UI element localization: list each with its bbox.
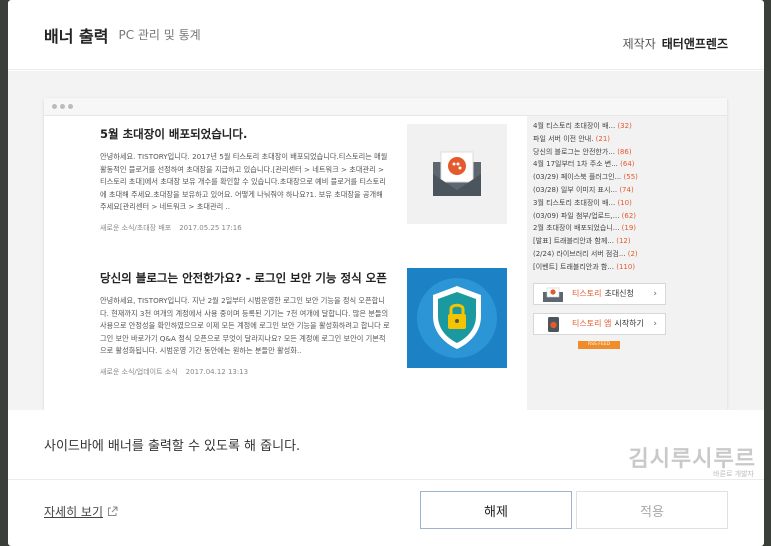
post-meta: 새로운 소식/초대장 배포 2017.05.25 17:16	[100, 223, 390, 233]
release-button[interactable]: 해제	[420, 491, 572, 529]
sidebar-post-item: 4월 17일부터 1차 주소 변... (64)	[533, 158, 727, 171]
browser-bar	[44, 98, 727, 116]
item-count: (86)	[617, 147, 632, 156]
sidebar-post-item: 3월 티스토리 초대장이 배... (10)	[533, 197, 727, 210]
sidebar-post-item: (2/24) 라이브러리 서버 점검... (2)	[533, 248, 727, 261]
post-date: 2017.04.12 13:13	[185, 367, 249, 376]
sidebar-post-item: (03/29) 페이스북 플러그인... (55)	[533, 171, 727, 184]
item-title: [이벤트] 트래블리안과 함...	[533, 262, 614, 271]
item-count: (62)	[621, 211, 637, 220]
preview-area: 5월 초대장이 배포되었습니다. 안녕하세요. TISTORY입니다. 2017…	[8, 71, 764, 410]
watermark-subtext: 바른로 개발자	[713, 470, 754, 478]
plugin-dialog: 배너 출력 PC 관리 및 통계 제작자 태터앤프렌즈 5월 초대장이 배포되었습…	[8, 0, 764, 546]
post-category: 새로운 소식/초대장 배포	[100, 223, 172, 232]
shield-lock-icon	[417, 278, 497, 358]
apply-button[interactable]: 적용	[576, 491, 728, 529]
dialog-title: 배너 출력	[44, 26, 109, 46]
item-count: (74)	[619, 185, 634, 194]
sidebar-post-item: 파일 서버 이전 안내. (21)	[533, 133, 727, 146]
invite-request-banner: 티스토리 초대신청 ›	[533, 282, 666, 305]
item-title: 파일 서버 이전 안내.	[533, 134, 594, 143]
description-area: 사이드바에 배너를 출력할 수 있도록 해 줍니다. 김시루시루르 바른로 개발…	[8, 410, 764, 480]
item-count: (21)	[595, 134, 611, 143]
mail-icon	[543, 287, 563, 302]
background-strip-left	[0, 0, 8, 546]
app-start-banner: 티스토리 앱 시작하기 ›	[533, 312, 666, 335]
preview-browser-frame: 5월 초대장이 배포되었습니다. 안녕하세요. TISTORY입니다. 2017…	[44, 98, 727, 410]
item-title: (2/24) 라이브러리 서버 점검...	[533, 249, 626, 258]
preview-sidebar: 4월 티스토리 초대장이 배... (32) 파일 서버 이전 안내. (21)…	[527, 116, 727, 410]
post-title: 5월 초대장이 배포되었습니다.	[100, 127, 248, 141]
sidebar-post-item: (03/28) 일부 이미지 표시... (74)	[533, 184, 727, 197]
mail-invite-icon	[433, 151, 481, 196]
post-date: 2017.05.25 17:16	[179, 223, 242, 232]
mail-thumbnail	[407, 124, 507, 224]
item-count: (19)	[621, 224, 637, 233]
post-category: 새로운 소식/업데이트 소식	[100, 367, 178, 376]
item-title: (03/09) 파일 첨부/업로드,...	[533, 211, 620, 220]
item-title: (03/29) 페이스북 플러그인...	[533, 173, 622, 182]
item-count: (10)	[617, 198, 632, 207]
more-info-link[interactable]: 자세히 보기	[44, 503, 118, 520]
sidebar-post-item: [발표] 트래블리안과 함께... (12)	[533, 235, 727, 248]
item-title: 4월 티스토리 초대장이 배...	[533, 122, 616, 130]
more-info-label: 자세히 보기	[44, 505, 104, 519]
item-count: (55)	[623, 173, 638, 182]
item-count: (110)	[616, 262, 636, 271]
banner-label: 초대신청	[604, 289, 634, 299]
post-title: 당신의 블로그는 안전한가요? - 로그인 보안 기능 정식 오픈	[100, 271, 387, 285]
banner-brand: 티스토리 앱	[572, 319, 612, 329]
external-link-icon	[108, 506, 118, 516]
post-meta: 새로운 소식/업데이트 소식 2017.04.12 13:13	[100, 367, 390, 377]
dialog-header: 배너 출력 PC 관리 및 통계 제작자 태터앤프렌즈	[8, 0, 764, 70]
item-count: (12)	[616, 237, 631, 246]
plugin-description: 사이드바에 배너를 출력할 수 있도록 해 줍니다.	[44, 439, 301, 454]
banner-label: 시작하기	[614, 319, 644, 329]
maker-info: 제작자 태터앤프렌즈	[623, 35, 728, 52]
sidebar-post-item: 2월 초대장이 배포되었습니... (19)	[533, 222, 727, 235]
sidebar-post-item: [이벤트] 트래블리안과 함... (110)	[533, 261, 727, 274]
sidebar-post-item: 당신의 블로그는 안전한가... (86)	[533, 146, 727, 159]
chevron-right-icon: ›	[653, 288, 657, 299]
sidebar-post-item: 4월 티스토리 초대장이 배... (32)	[533, 120, 727, 133]
maker-label: 제작자	[622, 37, 656, 51]
preview-post: 당신의 블로그는 안전한가요? - 로그인 보안 기능 정식 오픈 안녕하세요,…	[100, 270, 390, 377]
dialog-footer: 자세히 보기 해제 적용	[8, 481, 764, 546]
item-title: 2월 초대장이 배포되었습니...	[533, 224, 620, 233]
dialog-subtitle: PC 관리 및 통계	[118, 28, 201, 42]
preview-post-list: 5월 초대장이 배포되었습니다. 안녕하세요. TISTORY입니다. 2017…	[44, 116, 527, 410]
rss-feed-badge: RSS FEED	[578, 340, 620, 349]
item-title: 4월 17일부터 1차 주소 변...	[533, 160, 618, 169]
window-dot	[52, 104, 57, 109]
post-body: 안녕하세요, TISTORY입니다. 지난 2월 2일부터 시범운영한 로그인 …	[100, 296, 390, 356]
phone-app-icon	[548, 316, 559, 332]
chevron-right-icon: ›	[653, 318, 657, 329]
preview-post: 5월 초대장이 배포되었습니다. 안녕하세요. TISTORY입니다. 2017…	[100, 126, 390, 233]
item-count: (64)	[620, 160, 635, 169]
banner-brand: 티스토리	[572, 289, 602, 299]
item-title: [발표] 트래블리안과 함께...	[533, 237, 614, 246]
maker-name: 태터앤프렌즈	[661, 37, 728, 51]
item-title: 당신의 블로그는 안전한가...	[533, 147, 615, 156]
background-strip-right	[764, 0, 771, 546]
window-dot	[68, 104, 73, 109]
item-title: (03/28) 일부 이미지 표시...	[533, 185, 618, 194]
item-count: (32)	[617, 122, 632, 130]
security-thumbnail	[407, 268, 507, 368]
post-body: 안녕하세요. TISTORY입니다. 2017년 5월 티스토리 초대장이 배포…	[100, 152, 388, 212]
item-count: (2)	[627, 249, 638, 258]
window-dot	[60, 104, 65, 109]
sidebar-post-item: (03/09) 파일 첨부/업로드,... (62)	[533, 210, 727, 223]
item-title: 3월 티스토리 초대장이 배...	[533, 198, 616, 207]
